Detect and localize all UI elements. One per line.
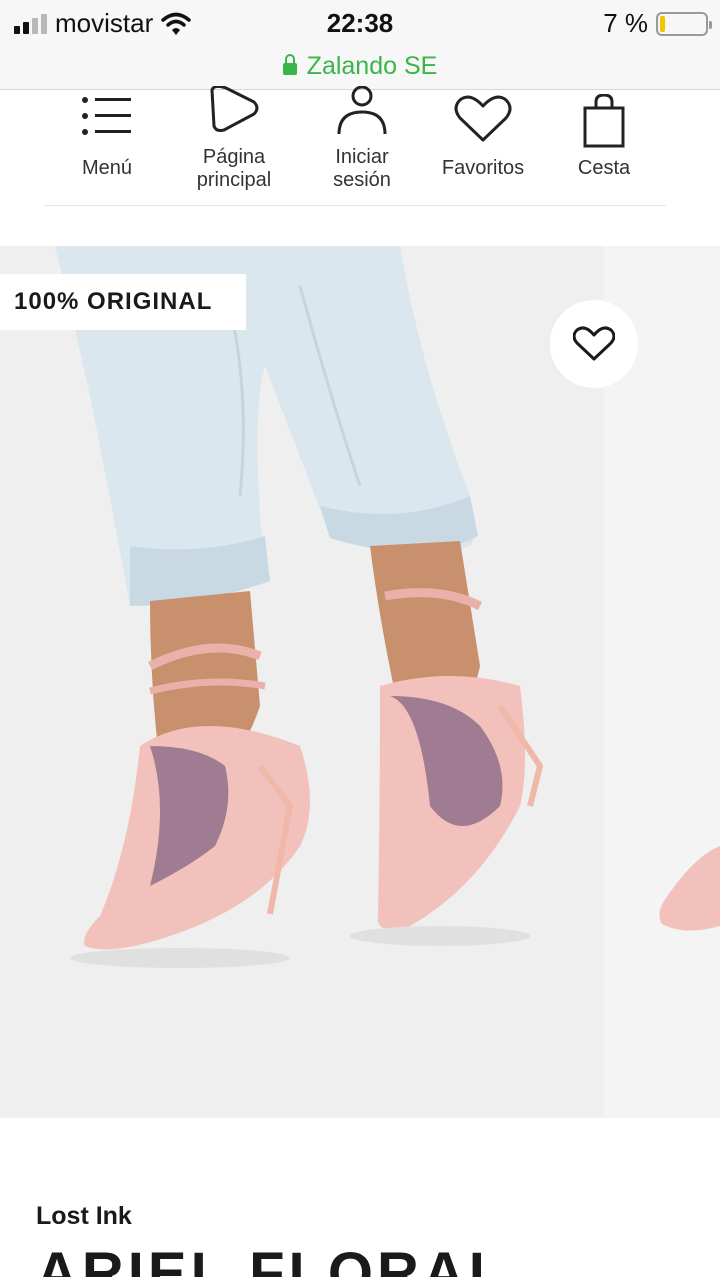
status-right: 7 %	[603, 8, 712, 39]
nav-menu[interactable]: Menú	[42, 90, 172, 200]
heart-icon	[418, 94, 548, 146]
nav-cart-label: Cesta	[577, 157, 631, 179]
home-icon	[169, 86, 299, 138]
nav-favorites-label: Favoritos	[441, 157, 525, 179]
product-photo	[55, 246, 544, 968]
product-image[interactable]	[0, 246, 604, 1118]
heart-icon	[573, 326, 615, 361]
user-icon	[297, 86, 427, 138]
nav-login-label: Iniciar sesión	[333, 146, 391, 191]
nav-menu-label: Menú	[81, 157, 133, 179]
product-title: ARIEL FLORAL	[36, 1241, 509, 1277]
menu-icon	[42, 94, 172, 146]
url-bar[interactable]: Zalando SE	[0, 44, 720, 90]
nav-home-label: Página principal	[196, 146, 272, 191]
battery-icon	[656, 11, 712, 36]
battery-percent: 7 %	[603, 8, 648, 38]
nav-home[interactable]: Página principal	[169, 86, 299, 200]
top-nav: Menú Página principal Iniciar sesión Favor…	[42, 86, 669, 206]
bag-icon	[539, 94, 669, 148]
product-brand[interactable]: Lost Ink	[36, 1202, 132, 1231]
lock-icon	[282, 53, 297, 76]
wishlist-button[interactable]	[550, 300, 638, 388]
status-bar: movistar 22:38 7 %	[0, 0, 720, 44]
nav-cart[interactable]: Cesta	[539, 90, 669, 200]
nav-favorites[interactable]: Favoritos	[418, 90, 548, 200]
original-badge: 100% ORIGINAL	[0, 274, 246, 330]
site-name: Zalando SE	[306, 52, 438, 80]
nav-login[interactable]: Iniciar sesión	[297, 86, 427, 200]
